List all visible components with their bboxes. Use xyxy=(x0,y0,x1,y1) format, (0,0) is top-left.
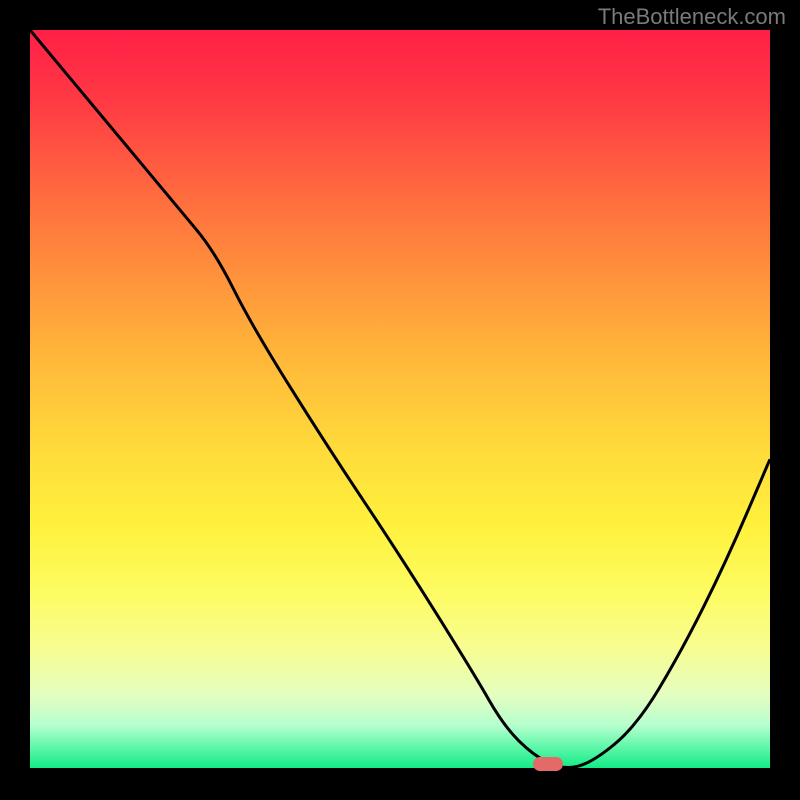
optimal-point-marker xyxy=(533,757,563,771)
bottleneck-curve xyxy=(30,30,770,770)
watermark-text: TheBottleneck.com xyxy=(598,4,786,30)
chart-frame xyxy=(30,30,770,770)
